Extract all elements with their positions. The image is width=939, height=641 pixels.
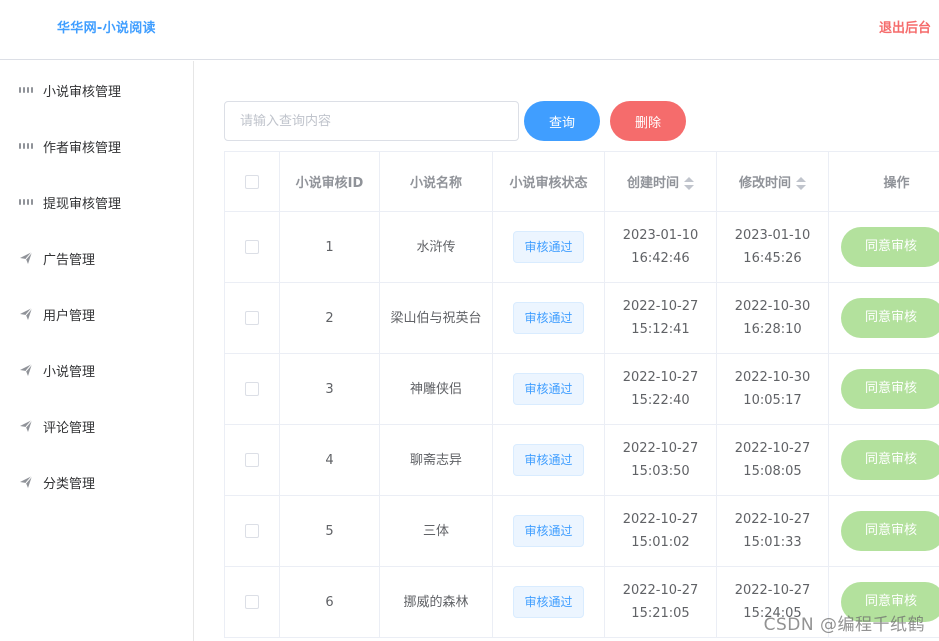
row-checkbox[interactable] bbox=[245, 595, 259, 609]
cell-id: 6 bbox=[279, 566, 380, 638]
table-row: 3 神雕侠侣 审核通过 2022-10-27 15:22:40 2022-10-… bbox=[224, 353, 939, 425]
cell-name: 梁山伯与祝英台 bbox=[379, 282, 493, 354]
row-checkbox[interactable] bbox=[245, 311, 259, 325]
grid-icon bbox=[19, 139, 33, 153]
cell-created: 2022-10-27 15:12:41 bbox=[604, 282, 717, 354]
table-row: 5 三体 审核通过 2022-10-27 15:01:02 2022-10-27… bbox=[224, 495, 939, 567]
sidebar-item-ads[interactable]: 广告管理 bbox=[0, 230, 193, 286]
table-row: 1 水浒传 审核通过 2023-01-10 16:42:46 2023-01-1… bbox=[224, 211, 939, 283]
sidebar-item-label: 广告管理 bbox=[43, 252, 96, 268]
cell-modified: 2022-10-30 10:05:17 bbox=[716, 353, 829, 425]
cell-name: 三体 bbox=[379, 495, 493, 567]
grid-icon bbox=[19, 195, 33, 209]
main-content: 查询 删除 小说审核ID 小说名称 小说审核状态 创建时间 修改时间 bbox=[194, 61, 939, 641]
status-badge: 审核通过 bbox=[513, 444, 584, 476]
column-header-sortable[interactable]: 创建时间 bbox=[604, 151, 717, 212]
cell-id: 3 bbox=[279, 353, 380, 425]
sidebar: 小说审核管理 作者审核管理 提现审核管理 广告管理 用户管理 小说管理 评论管理 bbox=[0, 61, 194, 641]
select-all-cell bbox=[224, 151, 280, 212]
column-header-label: 修改时间 bbox=[738, 176, 791, 191]
table-row: 4 聊斋志异 审核通过 2022-10-27 15:03:50 2022-10-… bbox=[224, 424, 939, 496]
agree-review-button[interactable]: 同意审核 bbox=[841, 298, 939, 338]
column-header: 小说审核状态 bbox=[492, 151, 605, 212]
paper-plane-icon bbox=[19, 307, 33, 321]
cell-id: 2 bbox=[279, 282, 380, 354]
paper-plane-icon bbox=[19, 251, 33, 265]
status-badge: 审核通过 bbox=[513, 515, 584, 547]
sidebar-item-label: 提现审核管理 bbox=[43, 196, 122, 212]
cell-name: 挪威的森林 bbox=[379, 566, 493, 638]
status-badge: 审核通过 bbox=[513, 373, 584, 405]
status-badge: 审核通过 bbox=[513, 302, 584, 334]
logout-link[interactable]: 退出后台 bbox=[879, 17, 931, 36]
agree-review-button[interactable]: 同意审核 bbox=[841, 227, 939, 267]
top-header: 华华网-小说阅读 退出后台 bbox=[0, 0, 939, 60]
sidebar-item-withdraw-review[interactable]: 提现审核管理 bbox=[0, 174, 193, 230]
cell-modified: 2022-10-27 15:01:33 bbox=[716, 495, 829, 567]
cell-id: 1 bbox=[279, 211, 380, 283]
agree-review-button[interactable]: 同意审核 bbox=[841, 369, 939, 409]
row-checkbox[interactable] bbox=[245, 453, 259, 467]
sidebar-item-label: 评论管理 bbox=[43, 420, 96, 436]
sidebar-item-label: 小说管理 bbox=[43, 364, 96, 380]
cell-modified: 2022-10-30 16:28:10 bbox=[716, 282, 829, 354]
search-input[interactable] bbox=[224, 101, 519, 141]
column-header-sortable[interactable]: 修改时间 bbox=[716, 151, 829, 212]
sidebar-item-novel-review[interactable]: 小说审核管理 bbox=[0, 62, 193, 118]
table-row: 2 梁山伯与祝英台 审核通过 2022-10-27 15:12:41 2022-… bbox=[224, 282, 939, 354]
review-table: 小说审核ID 小说名称 小说审核状态 创建时间 修改时间 操作 1 水浒传 审核… bbox=[224, 151, 939, 641]
grid-icon bbox=[19, 83, 33, 97]
cell-name: 聊斋志异 bbox=[379, 424, 493, 496]
app-title: 华华网-小说阅读 bbox=[57, 21, 156, 36]
sidebar-item-users[interactable]: 用户管理 bbox=[0, 286, 193, 342]
cell-modified: 2022-10-27 15:08:05 bbox=[716, 424, 829, 496]
cell-modified: 2023-01-10 16:45:26 bbox=[716, 211, 829, 283]
agree-review-button[interactable]: 同意审核 bbox=[841, 511, 939, 551]
delete-button[interactable]: 删除 bbox=[610, 101, 686, 141]
row-checkbox[interactable] bbox=[245, 240, 259, 254]
select-all-checkbox[interactable] bbox=[245, 174, 259, 189]
agree-review-button[interactable]: 同意审核 bbox=[841, 440, 939, 480]
sidebar-item-label: 分类管理 bbox=[43, 476, 96, 492]
query-button[interactable]: 查询 bbox=[524, 101, 600, 141]
sort-caret-icon[interactable] bbox=[684, 177, 694, 190]
sidebar-item-comments[interactable]: 评论管理 bbox=[0, 398, 193, 454]
paper-plane-icon bbox=[19, 363, 33, 377]
cell-name: 神雕侠侣 bbox=[379, 353, 493, 425]
sidebar-item-label: 作者审核管理 bbox=[43, 140, 122, 156]
status-badge: 审核通过 bbox=[513, 231, 584, 263]
paper-plane-icon bbox=[19, 475, 33, 489]
column-header: 小说名称 bbox=[379, 151, 493, 212]
cell-created: 2023-01-10 16:42:46 bbox=[604, 211, 717, 283]
status-badge: 审核通过 bbox=[513, 586, 584, 618]
row-checkbox[interactable] bbox=[245, 524, 259, 538]
watermark: CSDN @编程千纸鹤 bbox=[763, 615, 925, 635]
cell-created: 2022-10-27 15:01:02 bbox=[604, 495, 717, 567]
sidebar-item-categories[interactable]: 分类管理 bbox=[0, 454, 193, 510]
sidebar-item-author-review[interactable]: 作者审核管理 bbox=[0, 118, 193, 174]
sidebar-item-label: 用户管理 bbox=[43, 308, 96, 324]
cell-created: 2022-10-27 15:22:40 bbox=[604, 353, 717, 425]
sort-caret-icon[interactable] bbox=[796, 177, 806, 190]
paper-plane-icon bbox=[19, 419, 33, 433]
cell-id: 5 bbox=[279, 495, 380, 567]
column-header: 操作 bbox=[828, 151, 939, 212]
column-header: 小说审核ID bbox=[279, 151, 380, 212]
cell-created: 2022-10-27 15:03:50 bbox=[604, 424, 717, 496]
row-checkbox[interactable] bbox=[245, 382, 259, 396]
cell-id: 4 bbox=[279, 424, 380, 496]
column-header-label: 创建时间 bbox=[626, 176, 679, 191]
cell-name: 水浒传 bbox=[379, 211, 493, 283]
table-header: 小说审核ID 小说名称 小说审核状态 创建时间 修改时间 操作 bbox=[224, 151, 939, 212]
sidebar-item-novels[interactable]: 小说管理 bbox=[0, 342, 193, 398]
cell-created: 2022-10-27 15:21:05 bbox=[604, 566, 717, 638]
sidebar-item-label: 小说审核管理 bbox=[43, 84, 122, 100]
